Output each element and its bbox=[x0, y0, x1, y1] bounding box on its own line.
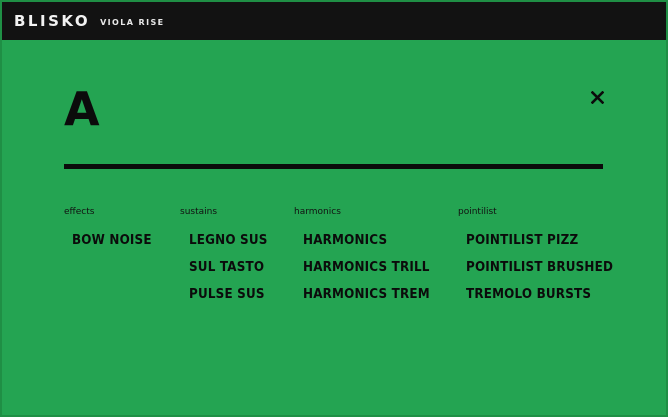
divider bbox=[64, 164, 603, 169]
top-bar: BLISKO VIOLA RISE bbox=[2, 2, 666, 40]
brand-logo: BLISKO bbox=[14, 12, 91, 30]
articulation-item[interactable]: LEGNO SUS bbox=[189, 233, 268, 248]
category-label-pointilist: pointilist bbox=[458, 207, 497, 217]
articulation-slot-letter: A bbox=[64, 82, 100, 136]
category-label-sustains: sustains bbox=[180, 207, 218, 217]
articulation-item[interactable]: HARMONICS TREM bbox=[303, 287, 430, 302]
articulation-item[interactable]: PULSE SUS bbox=[189, 287, 265, 302]
articulation-item[interactable]: POINTILIST BRUSHED bbox=[466, 260, 613, 275]
articulation-item[interactable]: HARMONICS TRILL bbox=[303, 260, 430, 275]
category-label-effects: effects bbox=[64, 207, 95, 217]
articulation-item[interactable]: BOW NOISE bbox=[72, 233, 152, 248]
articulation-item[interactable]: SUL TASTO bbox=[189, 260, 264, 275]
product-name: VIOLA RISE bbox=[100, 18, 165, 27]
close-button[interactable] bbox=[588, 88, 606, 106]
articulation-item[interactable]: HARMONICS bbox=[303, 233, 387, 248]
articulation-item[interactable]: POINTILIST PIZZ bbox=[466, 233, 578, 248]
articulation-item[interactable]: TREMOLO BURSTS bbox=[466, 287, 591, 302]
category-label-harmonics: harmonics bbox=[294, 207, 341, 217]
close-icon bbox=[590, 90, 604, 104]
